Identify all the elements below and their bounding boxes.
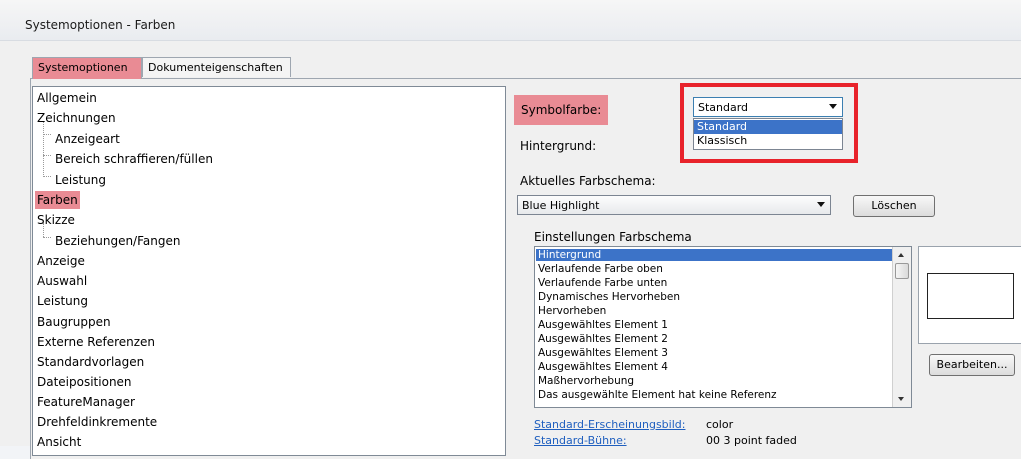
tree-item-zeichnungen[interactable]: Zeichnungen: [35, 109, 118, 127]
tree-item-farben[interactable]: Farben: [35, 191, 80, 209]
tree-connector: [43, 155, 51, 156]
option-klassisch[interactable]: Klassisch: [694, 134, 842, 148]
tree-item-dateipositionen[interactable]: Dateipositionen: [35, 373, 134, 391]
scroll-down-icon[interactable]: [898, 397, 904, 401]
farbschema-select[interactable]: Blue Highlight: [517, 195, 831, 215]
scroll-up-icon[interactable]: [898, 253, 904, 257]
options-window: Systemoptionen - Farben Systemoptionen D…: [0, 0, 1021, 459]
tree-connector: [43, 237, 51, 238]
options-tree[interactable]: Allgemein Zeichnungen Anzeigeart Bereich…: [32, 86, 506, 456]
title-bar: Systemoptionen - Farben: [0, 0, 1021, 41]
tree-item-anzeigeart[interactable]: Anzeigeart: [53, 130, 122, 148]
list-item[interactable]: Maßhervorhebung: [536, 375, 892, 387]
tree-item-bereich-schraffieren[interactable]: Bereich schraffieren/füllen: [53, 150, 215, 168]
tree-connector: [43, 121, 44, 177]
tree-item-skizze[interactable]: Skizze: [35, 211, 77, 229]
tree-item-anzeige[interactable]: Anzeige: [35, 252, 87, 270]
chevron-down-icon[interactable]: [817, 202, 825, 207]
tree-item-baugruppen[interactable]: Baugruppen: [35, 313, 113, 331]
buehne-link[interactable]: Standard-Bühne:: [534, 434, 627, 447]
symbolfarbe-label: Symbolfarbe:: [514, 95, 609, 125]
symbolfarbe-select[interactable]: Standard: [693, 97, 843, 117]
list-item[interactable]: Hintergrund: [536, 249, 892, 261]
list-item[interactable]: Hervorheben: [536, 305, 892, 317]
tree-item-drehfeldinkremente[interactable]: Drehfeldinkremente: [35, 413, 159, 431]
tree-item-leistung-zeichnungen[interactable]: Leistung: [53, 171, 108, 189]
loeschen-button[interactable]: Löschen: [853, 195, 935, 217]
color-preview: [918, 246, 1021, 344]
tree-item-leistung[interactable]: Leistung: [35, 292, 90, 310]
farbschema-list[interactable]: Hintergrund Verlaufende Farbe oben Verla…: [534, 246, 912, 408]
window-title: Systemoptionen - Farben: [25, 18, 176, 32]
color-swatch: [927, 273, 1014, 319]
list-item[interactable]: Ausgewähltes Element 3: [536, 347, 892, 359]
tree-connector: [43, 134, 51, 135]
list-item[interactable]: Ausgewähltes Element 4: [536, 361, 892, 373]
tree-connector: [43, 176, 51, 177]
list-item[interactable]: Ausgewähltes Element 1: [536, 319, 892, 331]
tab-systemoptionen[interactable]: Systemoptionen: [32, 57, 142, 79]
tree-item-beziehungen-fangen[interactable]: Beziehungen/Fangen: [53, 232, 182, 250]
tree-item-featuremanager[interactable]: FeatureManager: [35, 393, 137, 411]
list-item[interactable]: Verlaufende Farbe unten: [536, 277, 892, 289]
list-item[interactable]: Verlaufende Farbe oben: [536, 263, 892, 275]
buehne-value: 00 3 point faded: [706, 434, 797, 447]
tree-item-externe-referenzen[interactable]: Externe Referenzen: [35, 333, 157, 351]
scroll-thumb[interactable]: [895, 263, 909, 279]
einstellungen-farbschema-label: Einstellungen Farbschema: [534, 230, 692, 244]
symbolfarbe-value: Standard: [698, 101, 749, 114]
list-item[interactable]: Ausgewähltes Element 2: [536, 333, 892, 345]
tree-item-standardvorlagen[interactable]: Standardvorlagen: [35, 353, 146, 371]
tab-dokumenteigenschaften[interactable]: Dokumenteigenschaften: [142, 57, 291, 77]
list-item[interactable]: Dynamisches Hervorheben: [536, 291, 892, 303]
farbschema-label: Aktuelles Farbschema:: [520, 174, 656, 188]
list-scrollbar[interactable]: [892, 247, 911, 407]
option-standard[interactable]: Standard: [694, 120, 842, 134]
farbschema-value: Blue Highlight: [522, 199, 600, 212]
tree-item-allgemein[interactable]: Allgemein: [35, 89, 99, 107]
tree-item-ansicht[interactable]: Ansicht: [35, 433, 83, 451]
tree-item-auswahl[interactable]: Auswahl: [35, 272, 89, 290]
erscheinungsbild-link[interactable]: Standard-Erscheinungsbild:: [534, 418, 685, 431]
symbolfarbe-dropdown[interactable]: Standard Klassisch: [693, 118, 843, 150]
list-item[interactable]: Das ausgewählte Element hat keine Refere…: [536, 389, 892, 401]
erscheinungsbild-value: color: [706, 418, 734, 431]
chevron-down-icon[interactable]: [829, 104, 837, 109]
bearbeiten-button[interactable]: Bearbeiten...: [929, 354, 1015, 376]
hintergrund-label: Hintergrund:: [520, 139, 597, 153]
